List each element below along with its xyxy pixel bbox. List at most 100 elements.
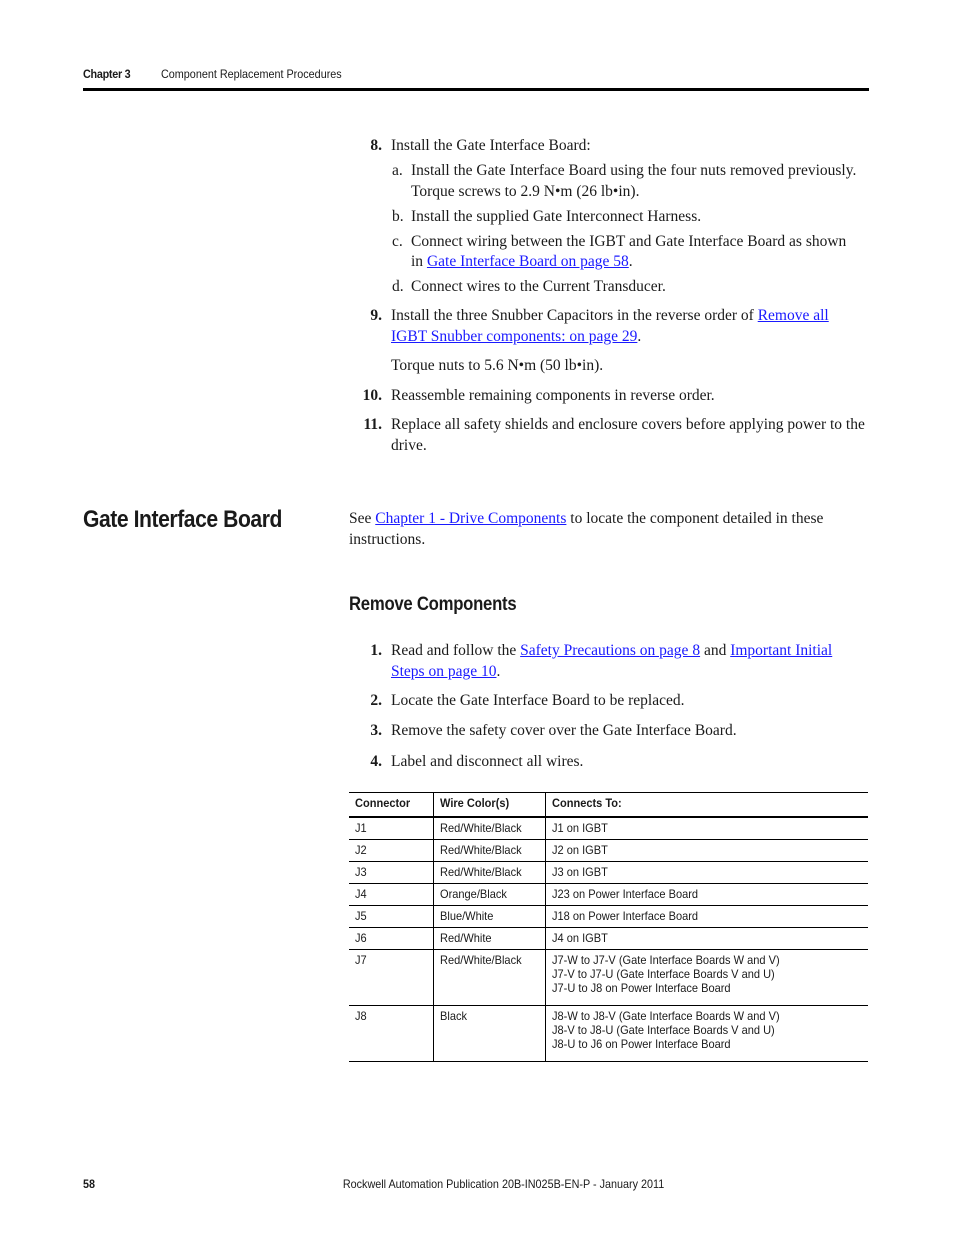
section-title: Gate Interface Board [83, 506, 282, 533]
cell-connects-to: J7-W to J7-V (Gate Interface Boards W an… [544, 949, 868, 1006]
link-gate-interface-board[interactable]: Gate Interface Board on page 58 [427, 253, 629, 270]
cell-connector: J7 [349, 949, 433, 1006]
intro-prefix: See [349, 510, 376, 527]
cell-connects-to: J8-W to J8-V (Gate Interface Boards W an… [544, 1005, 868, 1062]
connects-to-line: J8-W to J8-V (Gate Interface Boards W an… [551, 1009, 780, 1023]
step-text: IGBT Snubber components: on page 29. [391, 326, 641, 347]
step-number: 10. [362, 387, 382, 404]
connects-to-line: J4 on IGBT [551, 931, 608, 945]
substep-text-suffix: . [628, 253, 633, 270]
step-text-middle: and [700, 642, 731, 659]
table-row: J3 Red/White/Black J3 on IGBT [349, 861, 868, 884]
connects-to-line: J1 on IGBT [551, 821, 608, 835]
step-text-suffix: . [637, 328, 642, 345]
header-connector: Connector [349, 792, 433, 818]
section-intro: See Chapter 1 - Drive Components to loca… [349, 508, 823, 529]
step-text: drive. [391, 437, 427, 454]
step-number: 8. [370, 137, 382, 154]
link-drive-components[interactable]: Chapter 1 - Drive Components [375, 510, 566, 527]
header-rule [83, 88, 869, 91]
step-number: 3. [370, 722, 382, 739]
section-intro-cont: instructions. [349, 531, 426, 548]
substep-letter: a. [392, 162, 403, 179]
substep-letter: c. [392, 233, 403, 250]
cell-connector: J5 [349, 905, 433, 928]
substep-text: Install the Gate Interface Board using t… [411, 162, 857, 179]
cell-connects-to: J3 on IGBT [544, 861, 868, 884]
link-remove-snubber[interactable]: Remove all [758, 307, 829, 324]
step-number: 2. [370, 692, 382, 709]
substep-text: Connect wires to the Current Transducer. [411, 278, 666, 295]
connects-to-line: J8-U to J6 on Power Interface Board [551, 1037, 731, 1051]
step-text: Label and disconnect all wires. [391, 753, 584, 770]
publication-text: Rockwell Automation Publication 20B-IN02… [343, 1177, 665, 1191]
table-row: J1 Red/White/Black J1 on IGBT [349, 817, 868, 840]
cell-connector: J4 [349, 883, 433, 906]
step-text-prefix: Install the three Snubber Capacitors in … [391, 307, 758, 324]
header-connects-to: Connects To: [544, 792, 868, 818]
step-text: Steps on page 10. [391, 661, 500, 682]
header-wire-colors: Wire Color(s) [432, 792, 545, 818]
substep-text-prefix: in [411, 253, 427, 270]
cell-wire-color: Red/White/Black [432, 817, 545, 840]
step-text-suffix: . [496, 663, 501, 680]
cell-connector: J3 [349, 861, 433, 884]
table-row: J2 Red/White/Black J2 on IGBT [349, 839, 868, 862]
cell-connects-to: J23 on Power Interface Board [544, 883, 868, 906]
cell-wire-color: Red/White/Black [432, 949, 545, 1006]
table-row: J7 Red/White/Black J7-W to J7-V (Gate Inte… [349, 949, 868, 1006]
wire-connection-table: Connector Wire Color(s) Connects To: J1 R… [349, 792, 868, 1062]
step-text: Read and follow the Safety Precautions o… [391, 640, 832, 661]
step-text: Replace all safety shields and enclosure… [391, 416, 865, 433]
substep-letter: d. [392, 278, 404, 295]
table-row: J5 Blue/White J18 on Power Interface Board [349, 905, 868, 928]
table-header-row: Connector Wire Color(s) Connects To: [349, 792, 868, 818]
cell-connects-to: J2 on IGBT [544, 839, 868, 862]
connects-to-line: J2 on IGBT [551, 843, 608, 857]
cell-connects-to: J1 on IGBT [544, 817, 868, 840]
step-text: Locate the Gate Interface Board to be re… [391, 692, 685, 709]
publication-info: Rockwell Automation Publication 20B-IN02… [0, 1177, 954, 1191]
step-note: Torque nuts to 5.6 N•m (50 lb•in). [391, 357, 604, 374]
connects-to-line: J18 on Power Interface Board [551, 909, 698, 923]
cell-connector: J1 [349, 817, 433, 840]
connects-to-line: J23 on Power Interface Board [551, 887, 698, 901]
step-number: 4. [370, 753, 382, 770]
step-number: 9. [370, 307, 382, 324]
connects-to-line: J3 on IGBT [551, 865, 608, 879]
substep-text: Install the supplied Gate Interconnect H… [411, 208, 702, 225]
connects-to-line: J7-W to J7-V (Gate Interface Boards W an… [551, 953, 780, 967]
step-text-prefix: Read and follow the [391, 642, 521, 659]
cell-connects-to: J4 on IGBT [544, 927, 868, 950]
link-important-initial-steps[interactable]: Important Initial [730, 642, 832, 659]
step-text: Install the three Snubber Capacitors in … [391, 305, 829, 326]
cell-wire-color: Blue/White [432, 905, 545, 928]
link-important-initial-steps-cont[interactable]: Steps on page 10 [391, 663, 496, 680]
cell-connects-to: J18 on Power Interface Board [544, 905, 868, 928]
step-number: 11. [363, 416, 382, 433]
link-safety-precautions[interactable]: Safety Precautions on page 8 [520, 642, 700, 659]
cell-wire-color: Black [432, 1005, 545, 1062]
table-row: J6 Red/White J4 on IGBT [349, 927, 868, 950]
cell-connector: J6 [349, 927, 433, 950]
substep-text: Torque screws to 2.9 N•m (26 lb•in). [411, 183, 640, 200]
cell-wire-color: Orange/Black [432, 883, 545, 906]
chapter-title: Component Replacement Procedures [161, 67, 342, 81]
cell-connector: J8 [349, 1005, 433, 1062]
table-row: J4 Orange/Black J23 on Power Interface Boa… [349, 883, 868, 906]
substep-letter: b. [392, 208, 404, 225]
connects-to-line: J8-V to J8-U (Gate Interface Boards V an… [551, 1023, 775, 1037]
link-remove-snubber-cont[interactable]: IGBT Snubber components: on page 29 [391, 328, 637, 345]
cell-connector: J2 [349, 839, 433, 862]
subsection-title: Remove Components [349, 594, 517, 615]
substep-text: in Gate Interface Board on page 58. [411, 251, 633, 272]
step-number: 1. [370, 642, 382, 659]
intro-suffix: to locate the component detailed in thes… [566, 510, 824, 527]
step-text: Remove the safety cover over the Gate In… [391, 722, 737, 739]
connects-to-line: J7-U to J8 on Power Interface Board [551, 981, 731, 995]
step-text: Reassemble remaining components in rever… [391, 387, 715, 404]
substep-text: Connect wiring between the IGBT and Gate… [411, 233, 847, 250]
cell-wire-color: Red/White [432, 927, 545, 950]
table-row: J8 Black J8-W to J8-V (Gate Interface Boar… [349, 1005, 868, 1062]
cell-wire-color: Red/White/Black [432, 861, 545, 884]
